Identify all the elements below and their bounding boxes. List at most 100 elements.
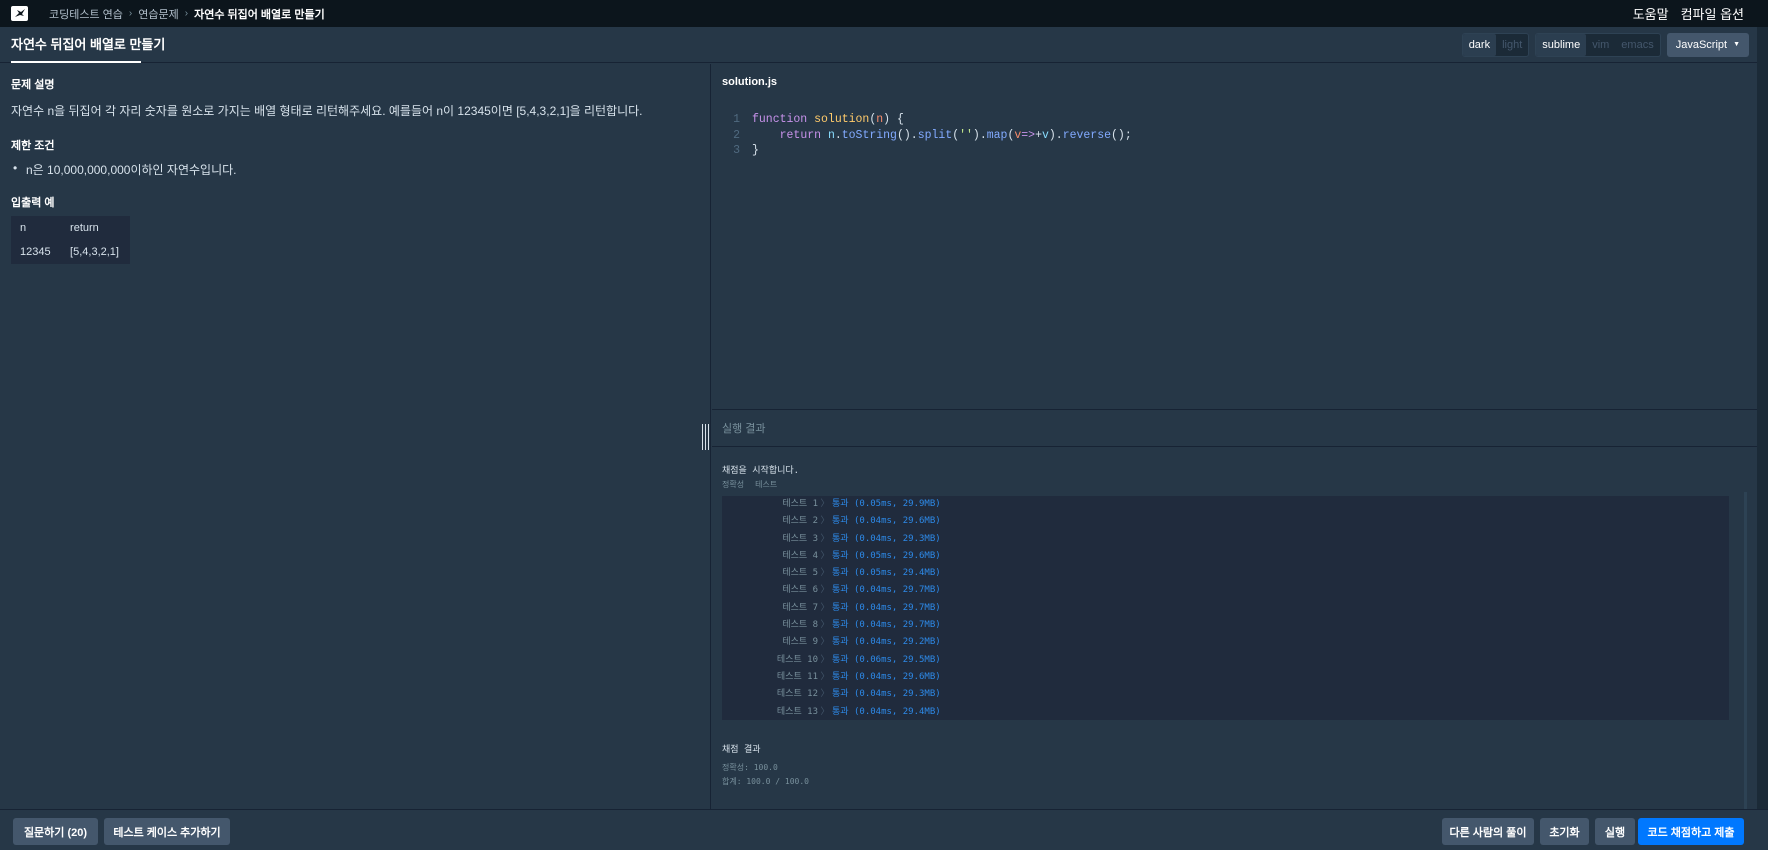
separator: 〉: [820, 620, 830, 631]
breadcrumb: 코딩테스트 연습 › 연습문제 › 자연수 뒤집어 배열로 만들기: [49, 6, 325, 22]
reset-button[interactable]: 초기화: [1540, 818, 1589, 845]
test-name: 테스트 9: [782, 637, 818, 648]
top-nav: 코딩테스트 연습 › 연습문제 › 자연수 뒤집어 배열로 만들기 도움말 컴파…: [0, 0, 1768, 27]
ask-question-button[interactable]: 질문하기 (20): [13, 818, 98, 845]
table-header-return: return: [70, 222, 99, 234]
caret-down-icon: ▼: [1733, 41, 1740, 48]
run-button[interactable]: 실행: [1595, 818, 1635, 845]
submit-button[interactable]: 코드 채점하고 제출: [1638, 818, 1744, 845]
add-testcase-button[interactable]: 테스트 케이스 추가하기: [104, 818, 230, 845]
test-result: 통과 (0.04ms, 29.6MB): [832, 671, 941, 682]
keymap-emacs-option[interactable]: emacs: [1615, 34, 1659, 56]
code-text: return n.toString().split('').map(v=>+v)…: [779, 128, 1132, 142]
test-result: 통과 (0.04ms, 29.3MB): [832, 533, 941, 544]
keymap-vim-option[interactable]: vim: [1586, 34, 1615, 56]
separator: 〉: [820, 550, 830, 561]
test-result: 통과 (0.04ms, 29.7MB): [832, 620, 941, 631]
test-name: 테스트 4: [782, 550, 818, 561]
test-result: 통과 (0.04ms, 29.6MB): [832, 516, 941, 527]
test-name: 테스트 3: [782, 533, 818, 544]
table-header-n: n: [20, 222, 27, 234]
horizontal-resize-handle-icon[interactable]: [702, 424, 710, 450]
editor-results-divider: [712, 409, 1757, 410]
test-result: 통과 (0.04ms, 29.7MB): [832, 602, 941, 613]
test-name: 테스트 12: [776, 689, 818, 700]
separator: 〉: [820, 499, 830, 509]
theme-dark-option[interactable]: dark: [1462, 34, 1497, 56]
code-editor[interactable]: solution.js 1 function solution(n) { 2 r…: [712, 64, 1757, 410]
list-item: 테스트 9 〉 통과 (0.04ms, 29.2MB): [722, 634, 1729, 651]
test-name: 테스트 11: [776, 671, 818, 682]
test-name: 테스트 2: [782, 516, 818, 527]
separator: 〉: [820, 689, 830, 700]
code-text: }: [752, 144, 759, 157]
test-results-list: 테스트 1 〉 통과 (0.05ms, 29.9MB) 테스트 2 〉 통과 (0.04…: [722, 496, 1729, 720]
list-item: 테스트 11 〉 통과 (0.04ms, 29.6MB): [722, 669, 1729, 686]
test-name: 테스트 1: [782, 499, 818, 509]
theme-light-option[interactable]: light: [1496, 34, 1528, 56]
separator: 〉: [820, 516, 830, 527]
list-item: 테스트 13 〉 통과 (0.04ms, 29.4MB): [722, 704, 1729, 721]
test-name: 테스트 8: [782, 620, 818, 631]
help-link[interactable]: 도움말: [1633, 4, 1669, 23]
total-score: 합계: 100.0 / 100.0: [722, 777, 809, 786]
list-item: 테스트 1 〉 통과 (0.05ms, 29.9MB): [722, 496, 1729, 513]
results-panel: 실행 결과 채점을 시작합니다. 정확성 테스트 테스트 1 〉 통과 (0.05m…: [712, 411, 1757, 822]
test-name: 테스트 13: [776, 706, 818, 717]
code-area[interactable]: 1 function solution(n) { 2 return n.toSt…: [712, 112, 1132, 159]
tab-problem-title[interactable]: 자연수 뒤집어 배열로 만들기: [11, 27, 165, 63]
code-line: 1 function solution(n) {: [712, 112, 1132, 128]
table-cell-return: [5,4,3,2,1]: [70, 246, 119, 258]
results-scrollbar[interactable]: [1744, 492, 1747, 822]
table-header-row: n return: [11, 216, 130, 240]
io-example-table: n return 12345 [5,4,3,2,1]: [11, 216, 130, 264]
breadcrumb-practice[interactable]: 연습문제: [138, 6, 178, 22]
keymap-toggle: sublime vim emacs: [1535, 33, 1661, 57]
grading-start-text: 채점을 시작합니다.: [722, 466, 800, 476]
code-text: function solution(n) {: [752, 113, 904, 126]
list-item: 테스트 8 〉 통과 (0.04ms, 29.7MB): [722, 617, 1729, 634]
separator: 〉: [820, 671, 830, 682]
line-number: 1: [733, 113, 740, 126]
language-select[interactable]: JavaScript ▼: [1666, 33, 1749, 57]
chevron-right-icon: ›: [184, 8, 189, 19]
line-number: 2: [733, 128, 740, 142]
keymap-sublime-option[interactable]: sublime: [1536, 34, 1587, 56]
compile-options-link[interactable]: 컴파일 옵션: [1681, 4, 1744, 23]
others-solutions-button[interactable]: 다른 사람의 풀이: [1442, 818, 1534, 845]
separator: 〉: [820, 602, 830, 613]
problem-description-heading: 문제 설명: [11, 79, 55, 91]
test-name: 테스트 5: [782, 568, 818, 579]
code-line: 2 return n.toString().split('').map(v=>+…: [712, 128, 1132, 144]
separator: 〉: [820, 585, 830, 596]
test-tab-label: 테스트: [755, 480, 778, 489]
list-item: 테스트 3 〉 통과 (0.04ms, 29.3MB): [722, 531, 1729, 548]
test-result: 통과 (0.04ms, 29.7MB): [832, 585, 941, 596]
right-edge-scrollbar[interactable]: [1757, 27, 1768, 809]
programmers-logo-icon[interactable]: [11, 6, 28, 21]
separator: 〉: [820, 706, 830, 717]
tab-bar: 자연수 뒤집어 배열로 만들기 dark light sublime vim e…: [0, 27, 1757, 63]
separator: 〉: [820, 654, 830, 665]
list-item: 테스트 4 〉 통과 (0.05ms, 29.6MB): [722, 548, 1729, 565]
test-name: 테스트 10: [776, 654, 818, 665]
breadcrumb-current: 자연수 뒤집어 배열로 만들기: [194, 8, 325, 21]
separator: 〉: [820, 568, 830, 579]
grading-result-heading: 채점 결과: [722, 745, 761, 755]
breadcrumb-coding-test[interactable]: 코딩테스트 연습: [49, 6, 123, 22]
test-result: 통과 (0.04ms, 29.2MB): [832, 637, 941, 648]
test-result: 통과 (0.04ms, 29.3MB): [832, 689, 941, 700]
test-name: 테스트 7: [782, 602, 818, 613]
list-item: 테스트 7 〉 통과 (0.04ms, 29.7MB): [722, 600, 1729, 617]
results-header: 정확성 테스트: [722, 479, 777, 490]
language-select-value: JavaScript: [1675, 39, 1728, 51]
list-item: 테스트 5 〉 통과 (0.05ms, 29.4MB): [722, 565, 1729, 582]
separator: 〉: [820, 637, 830, 648]
problem-panel: 문제 설명 자연수 n을 뒤집어 각 자리 숫자를 원소로 가지는 배열 형태로…: [0, 64, 711, 809]
bottom-action-bar: 질문하기 (20) 테스트 케이스 추가하기 다른 사람의 풀이 초기화 실행 …: [0, 809, 1768, 850]
test-result: 통과 (0.05ms, 29.4MB): [832, 568, 941, 579]
list-item: 테스트 12 〉 통과 (0.04ms, 29.3MB): [722, 686, 1729, 703]
problem-description: 자연수 n을 뒤집어 각 자리 숫자를 원소로 가지는 배열 형태로 리턴해주세…: [11, 104, 643, 118]
test-result: 통과 (0.05ms, 29.9MB): [832, 499, 941, 509]
line-number: 3: [733, 144, 740, 157]
